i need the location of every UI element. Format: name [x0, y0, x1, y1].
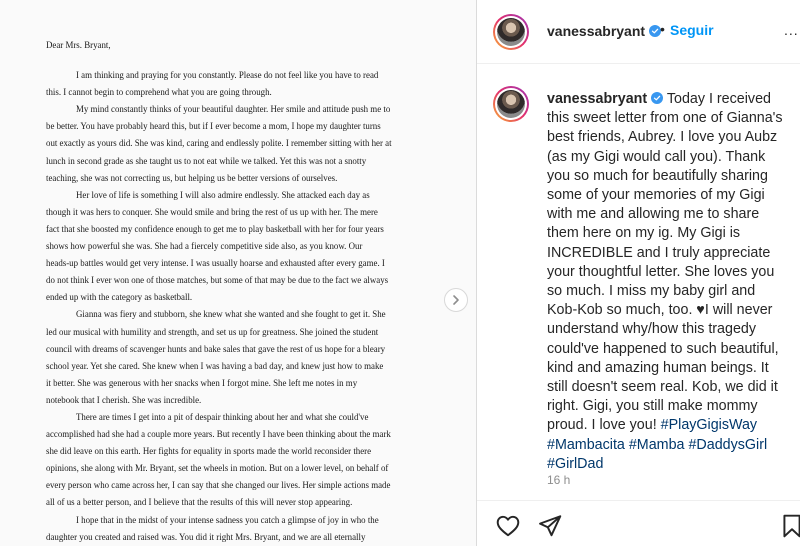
letter-line: daughter you created and raised was. You… [46, 531, 366, 542]
more-options-button[interactable]: ... [784, 22, 799, 38]
verified-badge-icon [651, 92, 664, 104]
letter-paragraph: There are times I get into a pit of desp… [46, 409, 446, 512]
letter-paragraph: Gianna was fiery and stubborn, she knew … [46, 306, 446, 409]
header-username[interactable]: vanessabryant [547, 23, 662, 39]
caption-line: some of your memories of my Gigi [547, 187, 765, 204]
bookmark-icon[interactable] [779, 513, 800, 539]
caption-line: your thoughtful letter. She loves you [547, 263, 775, 280]
heart-icon[interactable] [495, 513, 521, 539]
letter-line: it better. She was generous with her sna… [46, 377, 358, 388]
username-text[interactable]: vanessabryant [547, 23, 645, 39]
hashtag-line: #GirlDad [547, 455, 797, 474]
letter-line: There are times I get into a pit of desp… [76, 411, 369, 422]
letter-salutation: Dear Mrs. Bryant, [46, 40, 111, 50]
caption-line: still doesn't seem real. Kob, we did it [547, 379, 778, 396]
letter-line: Gianna was fiery and stubborn, she knew … [76, 309, 386, 320]
letter-line: teaching, she was not correcting us, but… [46, 172, 338, 183]
letter-line: be better. You have probably heard this,… [46, 121, 381, 132]
separator-dot: • [660, 21, 665, 37]
hashtag-link[interactable]: #PlayGigisWay [661, 417, 757, 433]
hashtag-link[interactable]: #GirlDad [547, 456, 603, 472]
post-timestamp[interactable]: 16 h [547, 473, 570, 487]
letter-line: I am thinking and praying for you consta… [76, 70, 379, 81]
letter-line: school year. Yet she cared. She knew whe… [46, 360, 384, 371]
letter-paragraph: My mind constantly thinks of your beauti… [46, 101, 446, 186]
caption-line: Today I received [666, 91, 771, 107]
hashtag-link[interactable]: #DaddysGirl [688, 437, 767, 453]
caption-line: with me and allowing me to share [547, 206, 760, 223]
letter-line: opinions, she along with Mr. Bryant, set… [46, 463, 389, 474]
caption-line: so much. I miss my baby girl and [547, 283, 756, 300]
letter-page: Dear Mrs. Bryant, I am thinking and pray… [0, 0, 476, 546]
caption-line: proud. I love you! #PlayGigisWay [547, 416, 797, 435]
caption-line: kind and amazing human beings. It [547, 359, 769, 376]
caption-avatar[interactable] [493, 86, 529, 122]
letter-paragraph: Her love of life is something I will als… [46, 187, 446, 307]
caption-line: Kob-Kob so much, too. ♥I will never [547, 302, 773, 319]
hashtag-link[interactable]: #Mamba [629, 437, 685, 453]
caption-line: best friends, Aubrey. I love you Aubz [547, 129, 778, 146]
caption-line: them here on my ig. My Gigi is [547, 225, 741, 242]
caption-line: you so much for beautifully sharing [547, 167, 768, 184]
hashtag-link[interactable]: #Mambacita [547, 437, 625, 453]
hashtag-line: #Mambacita #Mamba #DaddysGirl [547, 436, 797, 455]
letter-line: every person who came across her, I can … [46, 480, 391, 491]
caption-line: this sweet letter from one of Gianna's [547, 110, 783, 127]
letter-line: notebook that I cherish. She was incredi… [46, 394, 202, 405]
caption-line: could've happened to such beautiful, [547, 340, 779, 357]
caption-line-text: proud. I love you! [547, 417, 657, 434]
post-image[interactable]: Dear Mrs. Bryant, I am thinking and pray… [0, 0, 476, 546]
letter-line: led our musical with humility and streng… [46, 326, 379, 337]
caption-username[interactable]: vanessabryant [547, 91, 647, 107]
letter-line: My mind constantly thinks of your beauti… [76, 104, 391, 115]
letter-paragraph: I hope that in the midst of your intense… [46, 512, 446, 546]
caption-line: understand why/how this tragedy [547, 321, 757, 338]
next-image-button[interactable] [444, 288, 468, 312]
action-bar [477, 500, 800, 546]
letter-line: though it was hers to conquer. She would… [46, 206, 378, 217]
letter-line: all of us a better person, and I believe… [46, 497, 353, 508]
letter-line: heads-up battles would get very intense.… [46, 258, 385, 269]
letter-body: I am thinking and praying for you consta… [46, 67, 446, 546]
letter-line: ended up with the category as basketball… [46, 292, 193, 303]
letter-line: she did leave on this earth. Her fights … [46, 446, 372, 457]
paper-plane-icon[interactable] [537, 513, 563, 539]
caption-line: (as my Gigi would call you). Thank [547, 148, 766, 165]
letter-line: shows how powerful she was. She had a fi… [46, 241, 363, 252]
letter-line: Her love of life is something I will als… [76, 189, 370, 200]
letter-paragraph: I am thinking and praying for you consta… [46, 67, 446, 101]
follow-button[interactable]: Seguir [670, 22, 714, 38]
caption-first-line: vanessabryant Today I received [547, 90, 797, 109]
letter-line: this. I cannot begin to comprehend what … [46, 87, 272, 98]
letter-line: I hope that in the midst of your intense… [76, 514, 379, 525]
letter-line: council with dreams of scavenger hunts a… [46, 343, 386, 354]
letter-line: do not think I ever won one of those mat… [46, 275, 389, 286]
letter-line: lunch in second grade as she taught us t… [46, 155, 367, 166]
caption-line: right. Gigi, you still make mommy [547, 398, 758, 415]
letter-line: accomplished had she had a couple more y… [46, 429, 391, 440]
post-header: vanessabryant • Seguir ... [477, 0, 800, 64]
letter-line: fact that she boosted my confidence enou… [46, 223, 384, 234]
avatar[interactable] [493, 14, 529, 50]
post-panel: vanessabryant • Seguir ... vanessabryant… [477, 0, 800, 546]
letter-line: out exactly as yours did. She was kind, … [46, 138, 392, 149]
caption-line: INCREDIBLE and I truly appreciate [547, 244, 771, 261]
chevron-right-icon [453, 295, 459, 305]
caption-text: vanessabryant Today I received this swee… [547, 90, 797, 474]
